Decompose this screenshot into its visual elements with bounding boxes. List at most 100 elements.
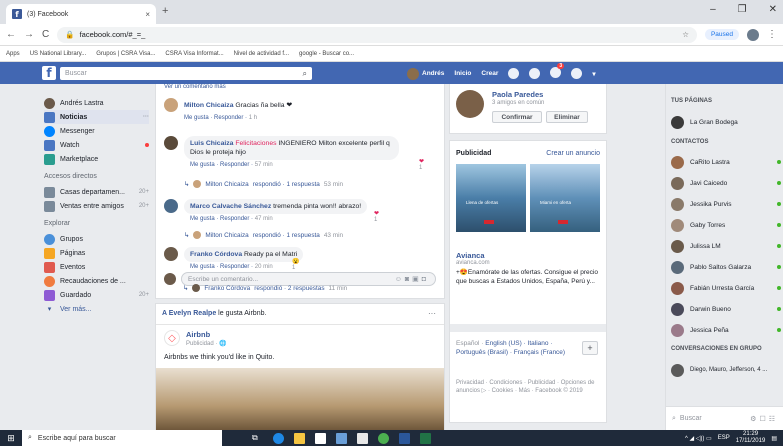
post-author[interactable]: Airbnb (186, 330, 210, 339)
sidebar-item-shortcut-1[interactable]: Casas departamen... 20+ (44, 185, 149, 199)
commenter-name[interactable]: Marco Calvache Sánchez (190, 203, 271, 210)
more-options-icon[interactable]: ··· (143, 114, 149, 120)
nav-home[interactable]: Inicio (454, 70, 471, 77)
contact-item[interactable]: Fabián Urresta García (671, 280, 781, 296)
windows-start-icon[interactable]: ⊞ (0, 430, 22, 446)
bookmark-5[interactable]: google - Buscar co... (299, 51, 354, 57)
omnibox[interactable]: 🔒 facebook.com/#_=_ ☆ (57, 26, 697, 43)
contact-item[interactable]: Pablo Saltos Galarza (671, 259, 781, 275)
contact-item[interactable]: Julissa LM (671, 238, 781, 254)
reply-link[interactable]: Responder (220, 264, 249, 270)
sidebar-item-news[interactable]: Noticias ··· (44, 110, 149, 124)
paused-badge[interactable]: Paused (704, 29, 739, 40)
sidebar-item-watch[interactable]: Watch (44, 138, 149, 152)
see-more-link[interactable]: ▾ Ver más... (44, 302, 149, 316)
friends-icon[interactable] (508, 68, 520, 79)
bookmark-star-icon[interactable]: ☆ (682, 30, 689, 39)
love-reaction-icon[interactable]: ❤ 1 (374, 210, 379, 223)
sidebar-item-saved[interactable]: Guardado 20+ (44, 288, 149, 302)
reply-summary[interactable]: ↳ Milton Chicaiza respondió · 1 respuest… (184, 180, 343, 188)
maximize-button[interactable]: ❐ (738, 4, 747, 15)
account-dropdown-icon[interactable]: ▾ (592, 70, 595, 78)
chrome-icon[interactable] (378, 432, 389, 444)
page-item[interactable]: La Gran Bodega (671, 114, 781, 130)
profile-avatar[interactable] (747, 28, 759, 41)
contact-item[interactable]: Darwin Bueno (671, 301, 781, 317)
forward-arrow-icon[interactable]: → (24, 29, 34, 40)
notifications-icon[interactable]: ▤ (771, 435, 777, 442)
bookmark-3[interactable]: CSRA Visa Informat... (165, 51, 223, 57)
notifications-icon[interactable]: 3 (550, 63, 565, 80)
chat-search-input[interactable]: ⌕ Buscar ⚙☐☷ (666, 406, 783, 430)
mail-icon[interactable] (315, 432, 326, 444)
facebook-search-input[interactable]: Buscar ⌕ (60, 67, 312, 80)
commenter-name[interactable]: Luis Chicaiza (190, 140, 233, 147)
reply-summary[interactable]: ↳ Milton Chicaiza respondió · 1 respuest… (184, 231, 343, 239)
post-options-icon[interactable]: ··· (428, 309, 436, 318)
bookmark-1[interactable]: US National Library... (30, 51, 87, 57)
confirm-button[interactable]: Confirmar (492, 111, 542, 123)
file-explorer-icon[interactable] (294, 432, 305, 444)
clock[interactable]: 21:29 17/11/2019 (736, 431, 766, 445)
wow-reaction-icon[interactable]: 😮 1 (292, 258, 303, 271)
messenger-icon[interactable] (529, 68, 541, 79)
footer-links[interactable]: Privacidad · Condiciones · Publicidad · … (456, 379, 602, 395)
emoji-camera-gif-sticker-icons[interactable]: ☺◙▣◘ (395, 275, 429, 283)
sidebar-profile[interactable]: Andrés Lastra (44, 96, 149, 110)
like-link[interactable]: Me gusta (190, 216, 215, 222)
friend-avatar[interactable] (456, 90, 484, 118)
contact-item[interactable]: CaRito Lastra (671, 154, 781, 170)
contact-item[interactable]: Jessika Purvis (671, 196, 781, 212)
menu-dots-icon[interactable]: ⋮ (767, 29, 777, 40)
sidebar-item-fundraisers[interactable]: Recaudaciones de ... (44, 274, 149, 288)
contact-item[interactable]: Gaby Torres (671, 217, 781, 233)
reply-link[interactable]: Responder (214, 115, 243, 121)
bookmark-2[interactable]: Grupos | CSRA Visa... (96, 51, 155, 57)
commenter-name[interactable]: Franko Córdova (190, 251, 242, 258)
reply-link[interactable]: Responder (220, 216, 249, 222)
input-language[interactable]: ESP (718, 435, 730, 441)
love-reaction-icon[interactable]: ❤ 1 (419, 158, 424, 171)
see-more-comments-link[interactable]: Ver un comentario más (164, 84, 226, 90)
add-language-button[interactable]: + (582, 341, 598, 355)
sidebar-item-shortcut-2[interactable]: Ventas entre amigos 20+ (44, 199, 149, 213)
task-view-icon[interactable]: ⧉ (252, 433, 263, 444)
reply-summary[interactable]: ↳ Franko Córdova respondió · 2 respuesta… (183, 284, 347, 292)
airbnb-logo-icon[interactable]: ◇ (164, 330, 180, 346)
ad-url[interactable]: avianca.com (456, 260, 490, 266)
ad-name[interactable]: Avianca (456, 251, 485, 260)
create-ad-link[interactable]: Crear un anuncio (546, 150, 600, 157)
excel-icon[interactable] (420, 432, 431, 444)
post-image[interactable] (156, 368, 444, 431)
back-arrow-icon[interactable]: ← (6, 29, 16, 40)
facebook-logo-icon[interactable]: f (42, 66, 56, 80)
contact-item[interactable]: Jessica Peña (671, 322, 781, 338)
ad-image-1[interactable]: Llena de ofertas (456, 164, 526, 232)
sidebar-item-pages[interactable]: Páginas (44, 246, 149, 260)
help-icon[interactable] (571, 68, 583, 79)
sidebar-item-events[interactable]: Eventos (44, 260, 149, 274)
sidebar-item-groups[interactable]: Grupos (44, 232, 149, 246)
tray-icons[interactable]: ^ ◢ ◁)) ▭ (685, 435, 712, 442)
commenter-name[interactable]: Milton Chicaiza (184, 102, 233, 109)
ad-image-2[interactable]: Miami en oferta (530, 164, 600, 232)
close-window-button[interactable]: ✕ (769, 4, 777, 15)
chat-options-icons[interactable]: ⚙☐☷ (750, 415, 778, 423)
store-icon[interactable] (336, 432, 347, 444)
bookmark-apps[interactable]: Apps (6, 51, 20, 57)
new-tab-button[interactable]: + (162, 5, 168, 17)
profile-link[interactable]: Andrés (407, 67, 444, 80)
browser-tab[interactable]: f (3) Facebook × (6, 4, 156, 24)
bookmark-4[interactable]: Nivel de actividad f... (234, 51, 289, 57)
reply-link[interactable]: Responder (220, 162, 249, 168)
group-conversation-item[interactable]: Diego, Mauro, Jefferson, 4 ... (671, 362, 781, 378)
tab-close-icon[interactable]: × (145, 10, 150, 19)
commenter-avatar[interactable] (164, 98, 178, 112)
taskbar-search-input[interactable]: ⌕ Escribe aquí para buscar (22, 430, 222, 446)
friend-name[interactable]: Paola Paredes (492, 90, 543, 99)
nav-create[interactable]: Crear (481, 70, 498, 77)
contact-item[interactable]: Javi Caicedo (671, 175, 781, 191)
sidebar-item-marketplace[interactable]: Marketplace (44, 152, 149, 166)
search-icon[interactable]: ⌕ (303, 69, 307, 79)
commenter-avatar[interactable] (164, 247, 178, 261)
